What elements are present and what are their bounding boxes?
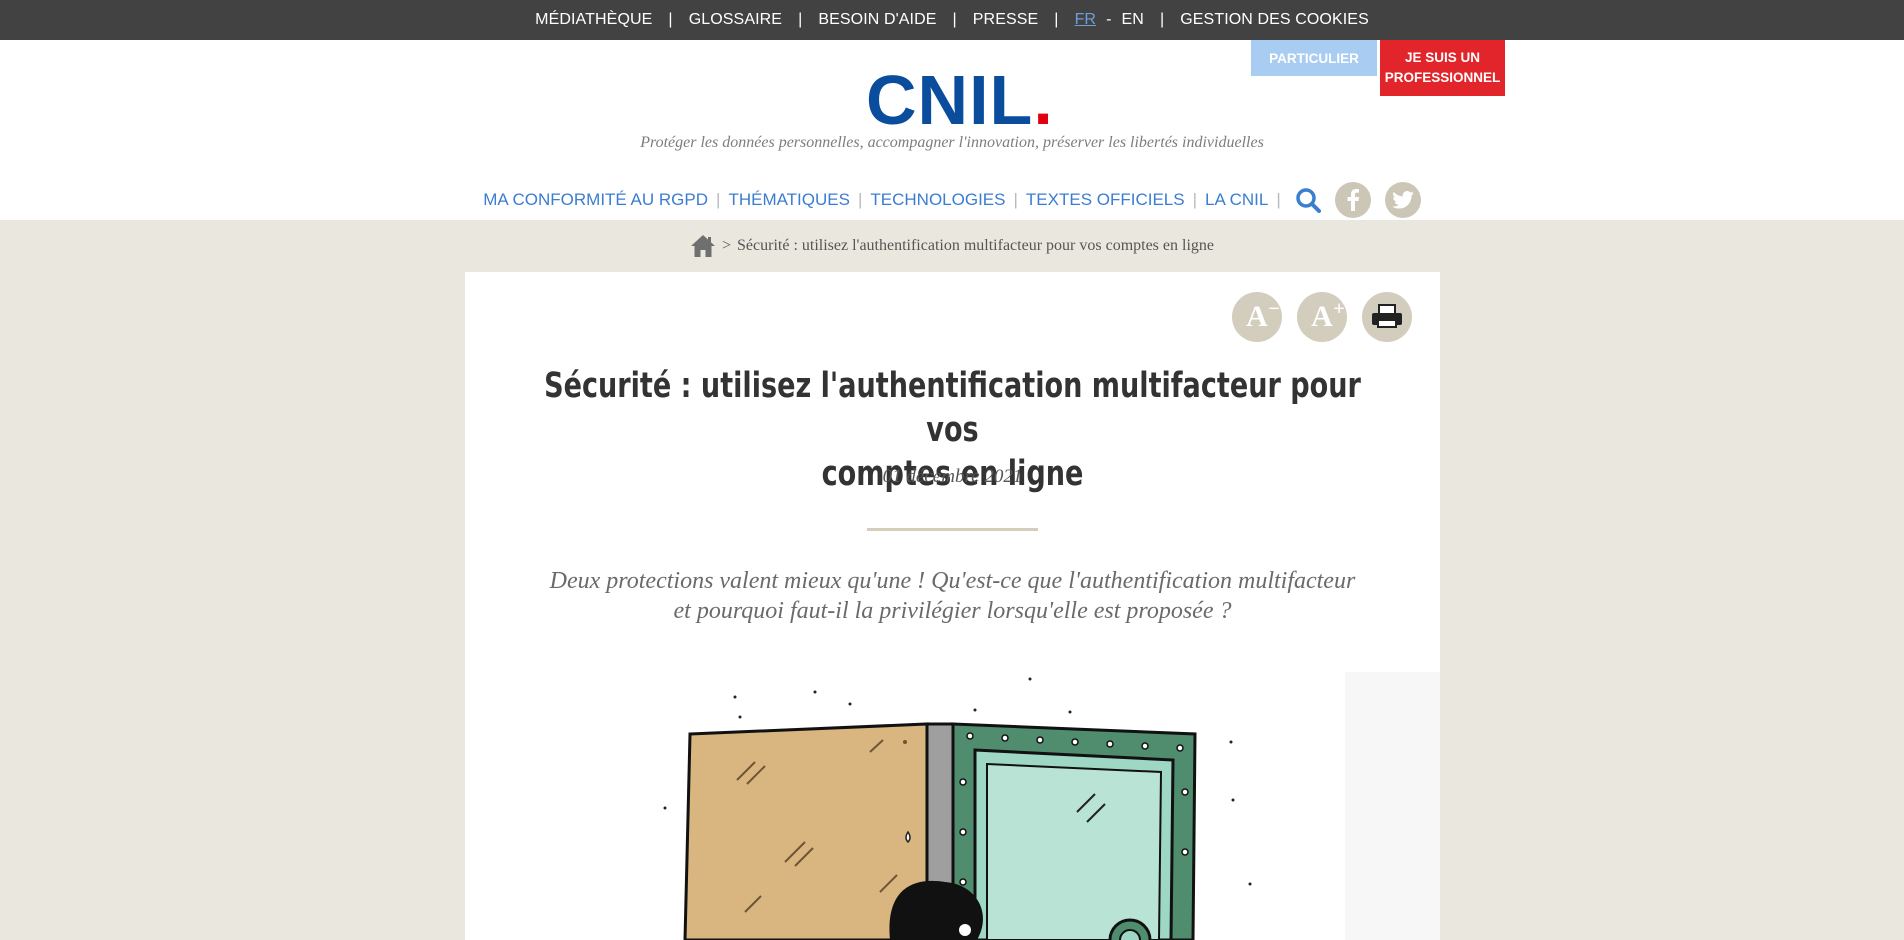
article-intro-line2: et pourquoi faut-il la privilégier lorsq… [673,598,1232,624]
print-icon [1372,304,1402,328]
decrease-font-icon: A − [1246,298,1280,333]
twitter-icon [1391,191,1414,209]
logo-text: CNIL [866,61,1034,139]
particulier-button[interactable]: PARTICULIER [1251,40,1377,76]
nav-separator: | [1013,190,1018,209]
topbar-separator: | [798,11,803,28]
breadcrumb-separator: > [722,237,732,254]
article-date: 01 décembre 2021 [882,466,1023,487]
topbar-separator: | [952,11,957,28]
nav-separator: | [857,190,863,209]
decrease-font-mark: − [1268,298,1280,320]
nav-separator: | [1276,190,1281,209]
site-header: CNIL. PARTICULIER JE SUIS UN PROFESSIONN… [0,40,1904,220]
increase-font-mark: + [1333,298,1345,320]
article-intro-line1: Deux protections valent mieux qu'une ! Q… [549,568,1356,594]
nav-item-la-cnil[interactable]: LA CNIL [1205,190,1268,210]
title-divider [867,528,1038,531]
nav-item-thematiques[interactable]: THÉMATIQUES [728,190,850,210]
top-utility-bar: MÉDIATHÈQUE | GLOSSAIRE | BESOIN D'AIDE … [0,0,1904,40]
site-tagline: Protéger les données personnelles, accom… [640,134,1264,151]
topbar-separator: | [1054,11,1059,28]
link-gestion-cookies[interactable]: GESTION DES COOKIES [1180,11,1369,29]
link-presse[interactable]: PRESSE [973,11,1039,29]
search-icon[interactable] [1295,187,1321,213]
pro-line2: PROFESSIONNEL [1384,70,1501,85]
lang-en-link[interactable]: EN [1122,11,1144,29]
link-glossaire[interactable]: GLOSSAIRE [689,11,782,29]
link-besoin-aide[interactable]: BESOIN D'AIDE [818,11,936,29]
nav-item-technologies[interactable]: TECHNOLOGIES [870,190,1005,210]
main-navigation: MA CONFORMITÉ AU RGPD | THÉMATIQUES | TE… [0,180,1904,220]
logo-dot: . [1033,61,1054,139]
breadcrumb-current: Sécurité : utilisez l'authentification m… [737,237,1214,254]
decrease-font-button[interactable]: A − [1232,292,1282,342]
article-card: A − A + Sécurité : utilisez l'authentifica… [465,272,1440,940]
print-button[interactable] [1362,292,1412,342]
twitter-button[interactable] [1384,182,1421,218]
increase-font-icon: A + [1311,298,1345,333]
increase-font-button[interactable]: A + [1297,292,1347,342]
lang-dash: - [1106,11,1112,28]
topbar-separator: | [1159,11,1165,28]
nav-separator: | [716,190,721,209]
home-icon[interactable] [690,234,716,258]
breadcrumb: > Sécurité : utilisez l'authentification… [0,232,1904,260]
facebook-button[interactable] [1334,182,1371,218]
article-illustration [663,672,1440,940]
lang-fr-link[interactable]: FR [1075,11,1097,29]
nav-item-rgpd[interactable]: MA CONFORMITÉ AU RGPD [483,190,708,210]
decrease-font-letter: A [1246,300,1268,333]
facebook-icon [1347,189,1359,211]
link-mediatheque[interactable]: MÉDIATHÈQUE [535,11,652,29]
professionnel-button[interactable]: JE SUIS UN PROFESSIONNEL [1380,40,1505,96]
nav-separator: | [1192,190,1198,209]
pro-line1: JE SUIS UN [1404,50,1481,65]
increase-font-letter: A [1311,300,1333,333]
nav-item-textes-officiels[interactable]: TEXTES OFFICIELS [1026,190,1185,210]
cnil-logo[interactable]: CNIL. [866,60,1053,140]
article-title-line1: Sécurité : utilisez l'authentification m… [544,366,1361,450]
article-intro: Deux protections valent mieux qu'une ! Q… [495,566,1410,626]
topbar-separator: | [668,11,673,28]
